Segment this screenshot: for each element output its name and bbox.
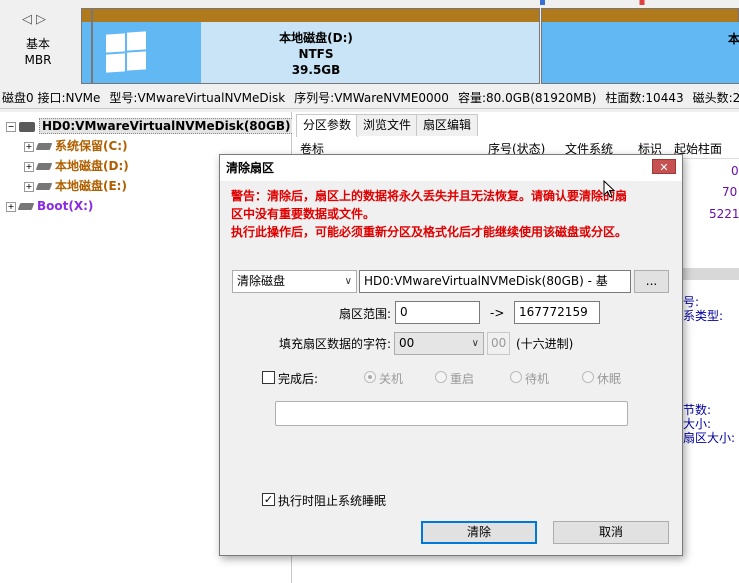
tab-browse-files[interactable]: 浏览文件 <box>356 114 419 136</box>
clear-button[interactable]: 清除 <box>421 521 537 544</box>
after-complete-checkbox[interactable] <box>262 371 275 384</box>
radio-restart-label[interactable]: 重启 <box>450 370 474 387</box>
expand-icon[interactable]: + <box>24 161 34 172</box>
drive-icon <box>35 163 53 170</box>
chevron-down-icon: ∨ <box>344 276 352 287</box>
tree-item-label[interactable]: Boot(X:) <box>37 199 93 213</box>
dialog-title: 清除扇区 <box>220 155 682 181</box>
tree-item-e[interactable]: + 本地磁盘(E:) <box>24 177 127 195</box>
radio-restart[interactable] <box>435 371 447 383</box>
partition-e-name: 本 <box>728 32 739 46</box>
fill-char-select[interactable]: 00 ∨ <box>394 332 484 355</box>
target-disk-field[interactable]: HD0:VMwareVirtualNVMeDisk(80GB) - 基 <box>359 270 631 293</box>
fill-char-preview: 00 <box>487 332 510 355</box>
nav-right-icon[interactable]: ▷ <box>36 12 50 27</box>
info-model: 型号:VMwareVirtualNVMeDisk <box>109 91 286 105</box>
tree-item-label[interactable]: 系统保留(C:) <box>55 139 128 153</box>
range-to-input[interactable]: 167772159 <box>514 301 600 324</box>
expand-icon[interactable]: + <box>6 201 16 212</box>
after-complete-label[interactable]: 完成后: <box>278 370 318 387</box>
warning-line: 区中没有重要数据或文件。 <box>231 207 376 221</box>
start-cyl-value: 70 <box>722 185 738 199</box>
side-label: 系类型: <box>683 309 724 323</box>
radio-shutdown-label[interactable]: 关机 <box>379 370 403 387</box>
radio-shutdown[interactable] <box>364 371 376 383</box>
expand-icon[interactable]: + <box>24 141 34 152</box>
prevent-sleep-checkbox[interactable]: ✓ <box>262 493 275 506</box>
disk-kind: 基本 <box>25 37 50 51</box>
clear-mode-value: 清除磁盘 <box>237 274 286 288</box>
disk-info-line: 磁盘0 接口:NVMe 型号:VMwareVirtualNVMeDisk 序列号:V… <box>0 88 739 109</box>
collapse-icon[interactable]: − <box>6 121 16 132</box>
tree-item-label[interactable]: 本地磁盘(D:) <box>55 159 129 173</box>
toolbar-edge <box>490 0 739 5</box>
radio-hibernate[interactable] <box>582 371 594 383</box>
disk-type-label: 基本 MBR <box>0 36 76 68</box>
browse-button[interactable]: ... <box>634 270 669 293</box>
hex-hint: (十六进制) <box>516 337 574 351</box>
tree-item-d[interactable]: + 本地磁盘(D:) <box>24 157 129 175</box>
side-label: 扇区大小: <box>683 431 736 445</box>
tree-item-label[interactable]: 本地磁盘(E:) <box>55 179 127 193</box>
disk-scheme: MBR <box>24 53 52 67</box>
partition-d-fs: NTFS <box>298 47 334 61</box>
mouse-cursor-icon <box>603 180 616 198</box>
radio-hibernate-label[interactable]: 休眠 <box>597 370 621 387</box>
nav-left-icon[interactable]: ◁ <box>22 12 36 27</box>
panel-divider <box>680 268 739 280</box>
disk-icon <box>19 121 35 132</box>
radio-standby-label[interactable]: 待机 <box>525 370 549 387</box>
radio-standby[interactable] <box>510 371 522 383</box>
info-capacity: 容量:80.0GB(81920MB) <box>457 91 597 105</box>
info-cylinders: 柱面数:10443 <box>605 91 684 105</box>
close-icon[interactable]: ✕ <box>652 159 676 174</box>
start-cyl-value: 0 <box>731 164 739 178</box>
chevron-down-icon: ∨ <box>471 338 479 349</box>
sector-range-label: 扇区范围: <box>339 307 392 321</box>
tree-disk-node[interactable]: − HD0:VMwareVirtualNVMeDisk(80GB) <box>6 117 294 135</box>
partition-d-info: 本地磁盘(D:) NTFS 39.5GB <box>92 30 540 78</box>
drive-icon <box>35 183 53 190</box>
tab-partition-params[interactable]: 分区参数 <box>296 114 359 137</box>
fill-char-value: 00 <box>399 336 415 350</box>
fill-char-label: 填充扇区数据的字符: <box>279 337 392 351</box>
drive-icon <box>35 143 53 150</box>
tree-item-x[interactable]: + Boot(X:) <box>6 197 93 215</box>
range-from-input[interactable]: 0 <box>395 301 480 324</box>
cancel-button[interactable]: 取消 <box>553 521 669 544</box>
tree-disk-label[interactable]: HD0:VMwareVirtualNVMeDisk(80GB) <box>39 118 294 134</box>
start-cyl-value: 5221 <box>709 207 739 221</box>
partition-block-system-reserved[interactable] <box>81 8 92 84</box>
partition-block-e[interactable] <box>541 8 739 84</box>
partition-d-name: 本地磁盘(D:) <box>279 31 353 45</box>
partition-d-size: 39.5GB <box>291 63 341 77</box>
info-disk: 磁盘0 接口:NVMe <box>2 91 101 105</box>
range-arrow: -> <box>490 306 505 320</box>
disk-nav-arrows[interactable]: ◁▷ <box>22 12 50 27</box>
warning-line: 执行此操作后，可能必须重新分区及格式化后才能继续使用该磁盘或分区。 <box>231 225 628 239</box>
info-heads: 磁头数:255 <box>692 91 739 105</box>
clear-mode-select[interactable]: 清除磁盘 ∨ <box>232 270 357 293</box>
tab-sector-edit[interactable]: 扇区编辑 <box>416 114 479 136</box>
info-serial: 序列号:VMWareNVME0000 <box>294 91 449 105</box>
progress-bar <box>275 401 628 426</box>
clear-sectors-dialog: 清除扇区 ✕ 警告：清除后，扇区上的数据将永久丢失并且无法恢复。请确认要清除的扇… <box>219 154 683 556</box>
prevent-sleep-label[interactable]: 执行时阻止系统睡眠 <box>278 492 386 509</box>
tree-item-c[interactable]: + 系统保留(C:) <box>24 137 128 155</box>
drive-icon <box>17 203 35 210</box>
expand-icon[interactable]: + <box>24 181 34 192</box>
